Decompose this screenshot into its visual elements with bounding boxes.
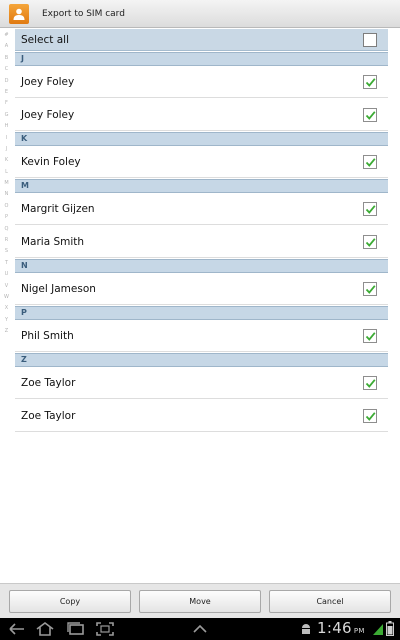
- index-letter[interactable]: F: [0, 98, 13, 109]
- index-letter[interactable]: L: [0, 167, 13, 178]
- recent-apps-icon[interactable]: [66, 621, 86, 637]
- home-icon[interactable]: [35, 621, 55, 637]
- index-letter[interactable]: T: [0, 258, 13, 269]
- index-letter[interactable]: Z: [0, 326, 13, 337]
- contact-checkbox[interactable]: [363, 281, 377, 296]
- index-letter[interactable]: O: [0, 201, 13, 212]
- index-letter[interactable]: S: [0, 246, 13, 257]
- section-header: P: [15, 306, 388, 320]
- contact-row[interactable]: Maria Smith: [15, 226, 388, 258]
- contact-checkbox[interactable]: [363, 375, 377, 390]
- index-letter[interactable]: U: [0, 269, 13, 280]
- index-letter[interactable]: J: [0, 144, 13, 155]
- contact-checkbox[interactable]: [363, 154, 377, 169]
- select-all-checkbox[interactable]: [363, 32, 377, 47]
- section-header: N: [15, 259, 388, 273]
- action-bar: Copy Move Cancel: [0, 583, 400, 618]
- index-letter[interactable]: P: [0, 212, 13, 223]
- screenshot-icon[interactable]: [95, 621, 115, 637]
- index-letter[interactable]: B: [0, 53, 13, 64]
- contact-checkbox[interactable]: [363, 201, 377, 216]
- contact-name: Joey Foley: [21, 108, 75, 121]
- contact-row[interactable]: Joey Foley: [15, 66, 388, 98]
- index-letter[interactable]: D: [0, 76, 13, 87]
- contact-name: Phil Smith: [21, 329, 74, 342]
- contact-checkbox[interactable]: [363, 74, 377, 89]
- index-letter[interactable]: K: [0, 155, 13, 166]
- index-letter[interactable]: V: [0, 281, 13, 292]
- index-letter[interactable]: X: [0, 303, 13, 314]
- index-letter[interactable]: H: [0, 121, 13, 132]
- signal-icon: [373, 624, 383, 635]
- index-letter[interactable]: C: [0, 64, 13, 75]
- contact-row[interactable]: Zoe Taylor: [15, 367, 388, 399]
- contact-row[interactable]: Margrit Gijzen: [15, 193, 388, 225]
- section-header: K: [15, 132, 388, 146]
- section-header: Z: [15, 353, 388, 367]
- cancel-button[interactable]: Cancel: [269, 590, 391, 613]
- contact-row[interactable]: Joey Foley: [15, 99, 388, 131]
- contact-row[interactable]: Kevin Foley: [15, 146, 388, 178]
- move-button[interactable]: Move: [139, 590, 261, 613]
- contact-row[interactable]: Phil Smith: [15, 320, 388, 352]
- contact-name: Joey Foley: [21, 75, 75, 88]
- contact-row[interactable]: Nigel Jameson: [15, 273, 388, 305]
- contact-name: Zoe Taylor: [21, 409, 76, 422]
- index-letter[interactable]: I: [0, 133, 13, 144]
- section-header: J: [15, 52, 388, 66]
- contact-checkbox[interactable]: [363, 408, 377, 423]
- contact-name: Maria Smith: [21, 235, 85, 248]
- contact-row[interactable]: Zoe Taylor: [15, 400, 388, 432]
- menu-up-icon[interactable]: [192, 624, 208, 634]
- index-letter[interactable]: W: [0, 292, 13, 303]
- index-letter[interactable]: A: [0, 41, 13, 52]
- index-letter[interactable]: M: [0, 178, 13, 189]
- android-debug-icon: [302, 624, 310, 634]
- contact-name: Nigel Jameson: [21, 282, 96, 295]
- select-all-row[interactable]: Select all: [15, 29, 388, 51]
- copy-button[interactable]: Copy: [9, 590, 131, 613]
- select-all-label: Select all: [21, 33, 69, 46]
- index-letter[interactable]: Q: [0, 224, 13, 235]
- window-title: Export to SIM card: [42, 8, 125, 19]
- index-letter[interactable]: #: [0, 30, 13, 41]
- contact-name: Zoe Taylor: [21, 376, 76, 389]
- contact-name: Margrit Gijzen: [21, 202, 95, 215]
- contact-checkbox[interactable]: [363, 328, 377, 343]
- contacts-icon: [9, 3, 29, 24]
- contact-checkbox[interactable]: [363, 107, 377, 122]
- index-letter[interactable]: N: [0, 189, 13, 200]
- contact-name: Kevin Foley: [21, 155, 81, 168]
- section-header: M: [15, 179, 388, 193]
- index-letter[interactable]: G: [0, 110, 13, 121]
- index-scrollbar[interactable]: # A B C D E F G H I J K L M N O P Q R S T U V W X Y Z: [0, 30, 13, 340]
- contact-checkbox[interactable]: [363, 234, 377, 249]
- system-bar: 1:46 PM: [0, 618, 400, 640]
- index-letter[interactable]: Y: [0, 315, 13, 326]
- battery-icon: [386, 621, 394, 636]
- index-letter[interactable]: E: [0, 87, 13, 98]
- title-bar: Export to SIM card: [0, 0, 400, 28]
- back-icon[interactable]: [8, 621, 26, 637]
- index-letter[interactable]: R: [0, 235, 13, 246]
- clock: 1:46 PM: [317, 619, 365, 637]
